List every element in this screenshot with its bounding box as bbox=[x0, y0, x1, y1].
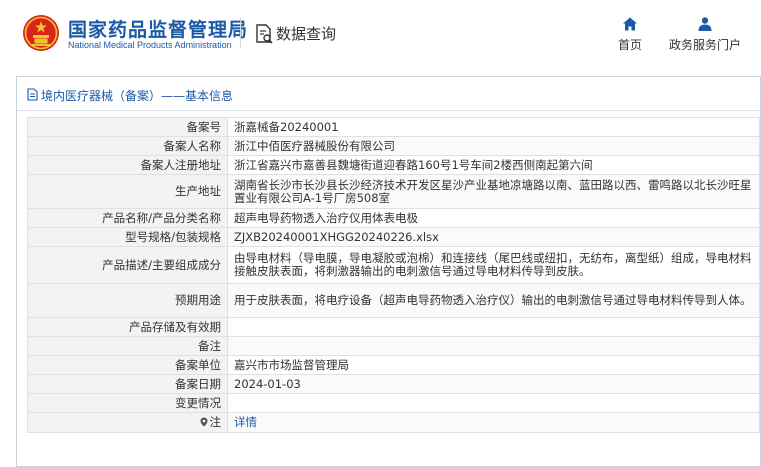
table-row: 产品名称/产品分类名称 超声电导药物透入治疗仪用体表电极 bbox=[27, 208, 760, 228]
nav-home[interactable]: 首页 bbox=[612, 16, 648, 53]
field-value: 嘉兴市市场监督管理局 bbox=[227, 355, 760, 375]
table-row: 型号规格/包装规格 ZJXB20240001XHGG20240226.xlsx bbox=[27, 227, 760, 247]
details-link[interactable]: 详情 bbox=[234, 415, 257, 429]
nav-service-portal-label: 政务服务门户 bbox=[668, 38, 741, 52]
field-value: 湖南省长沙市长沙县长沙经济技术开发区星沙产业基地凉塘路以南、蓝田路以西、雷鸣路以… bbox=[227, 174, 760, 209]
field-label: 预期用途 bbox=[27, 283, 228, 318]
location-pin-icon bbox=[200, 417, 207, 427]
record-detail-table: 备案号 浙嘉械备20240001 备案人名称 浙江中佰医疗器械股份有限公司 备案… bbox=[27, 117, 760, 433]
detail-panel: 境内医疗器械（备案）——基本信息 备案号 浙嘉械备20240001 备案人名称 … bbox=[16, 76, 761, 467]
field-value: 浙江省嘉兴市嘉善县魏塘街道迎春路160号1号车间2楼西侧南起第六间 bbox=[227, 155, 760, 175]
field-value: 由导电材料（导电膜，导电凝胶或泡棉）和连接线（尾巴线或纽扣，无纺布，离型纸）组成… bbox=[227, 246, 760, 284]
field-label: 产品描述/主要组成成分 bbox=[27, 246, 228, 284]
table-row: 生产地址 湖南省长沙市长沙县长沙经济技术开发区星沙产业基地凉塘路以南、蓝田路以西… bbox=[27, 174, 760, 209]
user-icon bbox=[698, 17, 712, 31]
note-value-cell: 详情 bbox=[227, 412, 760, 433]
table-row: 产品存储及有效期 bbox=[27, 317, 760, 337]
field-label: 生产地址 bbox=[27, 174, 228, 209]
field-label: 产品名称/产品分类名称 bbox=[27, 208, 228, 228]
page-section-title: 数据查询 bbox=[276, 25, 337, 43]
table-row: 预期用途 用于皮肤表面，将电疗设备（超声电导药物透入治疗仪）输出的电刺激信号通过… bbox=[27, 283, 760, 318]
note-label-cell: 注 bbox=[27, 412, 228, 433]
field-value: 2024-01-03 bbox=[227, 374, 760, 394]
field-label: 变更情况 bbox=[27, 393, 228, 413]
field-label: 产品存储及有效期 bbox=[27, 317, 228, 337]
field-value: 超声电导药物透入治疗仪用体表电极 bbox=[227, 208, 760, 228]
nav-service-portal[interactable]: 政务服务门户 bbox=[662, 16, 748, 53]
table-row: 备注 bbox=[27, 336, 760, 356]
field-value bbox=[227, 393, 760, 413]
note-label: 注 bbox=[209, 415, 222, 429]
field-value: 浙江中佰医疗器械股份有限公司 bbox=[227, 136, 760, 156]
header-divider bbox=[240, 18, 241, 48]
field-label: 备案号 bbox=[27, 117, 228, 137]
field-label: 备案人名称 bbox=[27, 136, 228, 156]
field-value: ZJXB20240001XHGG20240226.xlsx bbox=[227, 227, 760, 247]
nav-home-label: 首页 bbox=[617, 38, 642, 52]
agency-name: 国家药品监督管理局 bbox=[68, 19, 249, 41]
field-label: 备案日期 bbox=[27, 374, 228, 394]
table-row: 备案单位 嘉兴市市场监督管理局 bbox=[27, 355, 760, 375]
table-row: 注 详情 bbox=[27, 412, 760, 433]
field-label: 备案单位 bbox=[27, 355, 228, 375]
breadcrumb-label: 境内医疗器械（备案）——基本信息 bbox=[41, 89, 234, 103]
field-label: 备案人注册地址 bbox=[27, 155, 228, 175]
agency-name-english: National Medical Products Administration bbox=[68, 40, 232, 50]
field-value: 用于皮肤表面，将电疗设备（超声电导药物透入治疗仪）输出的电刺激信号通过导电材料传… bbox=[227, 283, 760, 318]
field-value bbox=[227, 317, 760, 337]
table-row: 备案人注册地址 浙江省嘉兴市嘉善县魏塘街道迎春路160号1号车间2楼西侧南起第六… bbox=[27, 155, 760, 175]
field-value bbox=[227, 336, 760, 356]
search-document-icon bbox=[256, 24, 273, 44]
field-label: 备注 bbox=[27, 336, 228, 356]
document-icon bbox=[27, 88, 38, 101]
table-row: 产品描述/主要组成成分 由导电材料（导电膜，导电凝胶或泡棉）和连接线（尾巴线或纽… bbox=[27, 246, 760, 284]
field-label: 型号规格/包装规格 bbox=[27, 227, 228, 247]
national-emblem-icon bbox=[23, 15, 59, 51]
field-value: 浙嘉械备20240001 bbox=[227, 117, 760, 137]
table-row: 备案号 浙嘉械备20240001 bbox=[27, 117, 760, 137]
home-icon bbox=[623, 17, 637, 31]
table-row: 备案日期 2024-01-03 bbox=[27, 374, 760, 394]
table-row: 备案人名称 浙江中佰医疗器械股份有限公司 bbox=[27, 136, 760, 156]
breadcrumb: 境内医疗器械（备案）——基本信息 bbox=[17, 77, 760, 111]
table-row: 变更情况 bbox=[27, 393, 760, 413]
site-header: 国家药品监督管理局 National Medical Products Admi… bbox=[0, 0, 761, 70]
